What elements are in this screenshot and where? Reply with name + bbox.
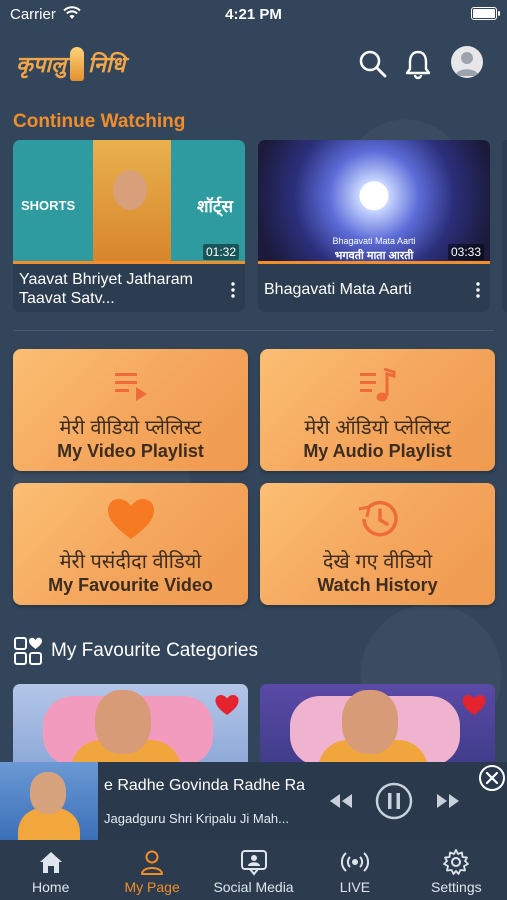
watch-progress-bar — [13, 261, 245, 264]
thumbnail-face — [342, 690, 398, 754]
tile-icon-wrap — [13, 363, 248, 407]
tile-label: My Favourite Video — [48, 575, 213, 595]
thumbnail-face — [95, 690, 151, 754]
continue-watching-title: Continue Watching — [13, 111, 186, 132]
continue-watching-card-partial[interactable] — [502, 140, 507, 312]
tile-label-hindi: मेरी पसंदीदा वीडियो — [59, 551, 202, 573]
logo-figure-icon — [70, 47, 85, 81]
settings-icon — [443, 849, 470, 875]
status-time: 4:21 PM — [225, 6, 282, 23]
tile-label-hindi: देखे गए वीडियो — [322, 551, 433, 573]
search-icon[interactable] — [357, 48, 389, 80]
more-options-icon[interactable] — [227, 280, 239, 300]
shorts-label-hindi: शॉर्ट्स — [196, 197, 233, 216]
heart-icon — [107, 499, 154, 539]
favourite-categories-title: My Favourite Categories — [51, 640, 258, 661]
tile-icon-wrap — [260, 363, 495, 407]
tile-label: My Audio Playlist — [303, 441, 452, 461]
pause-icon[interactable] — [375, 782, 413, 820]
home-icon — [39, 852, 62, 873]
video-playlist-icon — [114, 373, 147, 401]
tile-icon-wrap — [260, 497, 495, 541]
favourite-categories-header: My Favourite Categories — [13, 636, 258, 666]
tab-live[interactable]: LIVE — [304, 840, 405, 900]
tab-label: Social Media — [213, 879, 294, 895]
now-playing-subtitle: Jagadguru Shri Kripalu Ji Mah... — [104, 811, 289, 826]
mini-player-thumbnail — [0, 762, 98, 840]
tab-home[interactable]: Home — [0, 840, 101, 900]
category-card[interactable] — [13, 684, 248, 774]
live-icon — [340, 852, 369, 872]
continue-watching-card[interactable]: Bhagavati Mata Aarti भगवती माता आरती 03:… — [258, 140, 490, 312]
watch-history-button[interactable]: देखे गए वीडियो Watch History — [260, 483, 495, 605]
fast-forward-icon[interactable] — [434, 790, 462, 812]
tab-social-media[interactable]: Social Media — [203, 840, 304, 900]
tab-label: LIVE — [339, 879, 371, 895]
rewind-icon[interactable] — [327, 790, 355, 812]
tile-label: My Video Playlist — [57, 441, 204, 461]
watch-progress-bar — [258, 261, 490, 264]
history-icon — [358, 500, 398, 537]
user-avatar-icon — [455, 52, 479, 76]
tab-label: Home — [32, 879, 70, 895]
tab-bar: Home My Page Social Media LIVE Settings — [0, 840, 507, 900]
tile-label-hindi: मेरी वीडियो प्लेलिस्ट — [59, 417, 202, 439]
my-favourite-video-button[interactable]: मेरी पसंदीदा वीडियो My Favourite Video — [13, 483, 248, 605]
favourite-heart-icon[interactable] — [461, 694, 487, 716]
app-header: कृपालु निधि — [0, 36, 507, 92]
tab-label: My Page — [124, 879, 180, 895]
shorts-label: SHORTS — [21, 198, 76, 213]
category-card[interactable] — [260, 684, 495, 774]
avatar[interactable] — [451, 46, 483, 78]
favourite-heart-icon[interactable] — [214, 694, 240, 716]
now-playing-title: e Radhe Govinda Radhe Ra — [104, 777, 306, 794]
my-audio-playlist-button[interactable]: मेरी ऑडियो प्लेलिस्ट My Audio Playlist — [260, 349, 495, 471]
person-icon — [141, 850, 164, 875]
logo-text-right: निधि — [88, 52, 126, 78]
more-options-icon[interactable] — [472, 280, 484, 300]
logo-text-left: कृपालु — [16, 52, 67, 78]
close-icon[interactable] — [478, 764, 506, 792]
categories-icon — [14, 637, 42, 665]
tab-label: Settings — [431, 879, 482, 895]
continue-watching-card[interactable]: SHORTS शॉर्ट्स 01:32 Yaavat Bhriyet Jath… — [13, 140, 245, 312]
tile-label: Watch History — [317, 575, 438, 595]
tab-my-page[interactable]: My Page — [101, 840, 202, 900]
app-logo: कृपालु निधि — [16, 44, 125, 84]
bell-icon[interactable] — [402, 48, 434, 80]
status-bar: Carrier 4:21 PM — [0, 0, 507, 30]
tile-icon-wrap — [13, 497, 248, 541]
section-divider — [13, 330, 494, 331]
mini-player[interactable]: e Radhe Govinda Radhe Ra Jagadguru Shri … — [0, 762, 507, 840]
video-title: Bhagavati Mata Aarti — [264, 281, 412, 298]
tab-settings[interactable]: Settings — [406, 840, 507, 900]
video-duration: 01:32 — [202, 244, 239, 260]
video-duration: 03:33 — [447, 244, 484, 260]
thumbnail-face — [30, 772, 66, 814]
audio-playlist-icon — [359, 367, 395, 402]
thumbnail-face — [113, 170, 147, 210]
tile-label-hindi: मेरी ऑडियो प्लेलिस्ट — [304, 417, 451, 439]
battery-icon — [471, 7, 500, 20]
video-title: Yaavat Bhriyet Jatharam Taavat Satv... — [19, 271, 194, 307]
social-icon — [240, 850, 267, 876]
my-video-playlist-button[interactable]: मेरी वीडियो प्लेलिस्ट My Video Playlist — [13, 349, 248, 471]
